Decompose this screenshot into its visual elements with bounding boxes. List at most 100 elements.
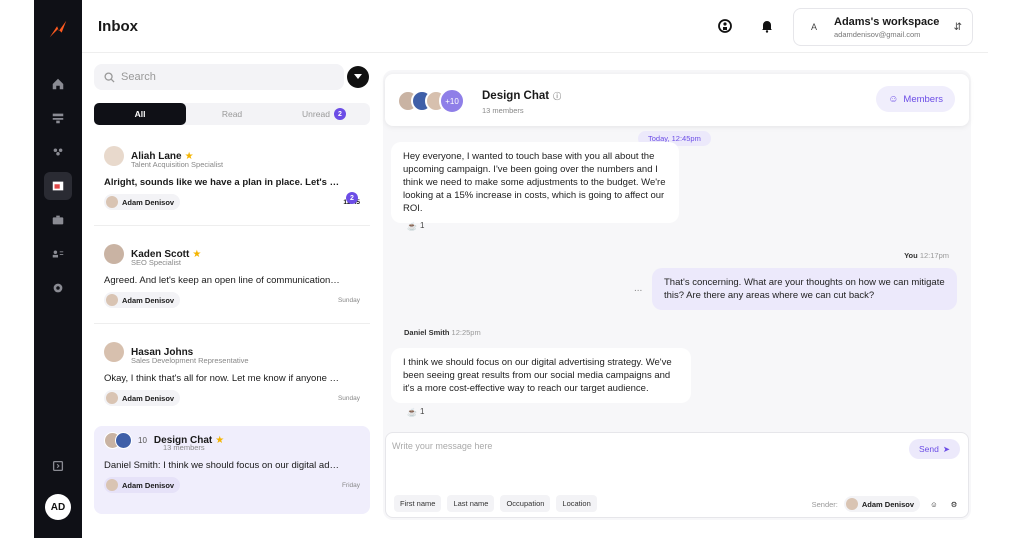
emoji-icon[interactable]: ☺ (928, 498, 940, 510)
nav-contacts-icon[interactable] (44, 240, 72, 268)
assignee-name: Adam Denisov (122, 197, 175, 207)
message-preview: Alright, sounds like we have a plan in p… (104, 177, 340, 188)
people-icon: ☺ (888, 93, 899, 105)
nav-inbox-icon[interactable] (44, 172, 72, 200)
sender-chip-name: Adam Denisov (861, 499, 914, 509)
group-members: 13 members (163, 443, 205, 452)
app: AD Inbox A Adams's workspace adamdenisov… (0, 0, 1024, 538)
message-bubble: Hey everyone, I wanted to touch base wit… (391, 142, 679, 223)
message-time: Sunday (337, 394, 360, 402)
assignee-chip: Adam Denisov (104, 477, 181, 493)
message-input[interactable] (392, 441, 872, 451)
sender-label: Sender: (811, 499, 838, 509)
message-composer: Send➤ First name Last name Occupation Lo… (385, 432, 969, 518)
sender-selector: Sender: Adam Denisov ☺ ⚙ (812, 496, 960, 512)
send-icon: ➤ (942, 443, 950, 454)
send-button[interactable]: Send ➤ (909, 439, 960, 459)
conversation-item[interactable]: Hasan Johns Sales Development Representa… (94, 336, 370, 412)
chat-title-text: Design Chat (482, 90, 550, 102)
tag-location[interactable]: Location (556, 495, 597, 512)
tab-unread[interactable]: Unread 2 (278, 103, 370, 125)
collapse-sidebar-icon[interactable] (44, 452, 72, 480)
sender-chip[interactable]: Adam Denisov (843, 496, 920, 512)
user-avatar[interactable]: AD (45, 494, 71, 520)
message-sender: You 12:17pm (904, 251, 949, 260)
message-preview: Agreed. And let's keep an open line of c… (104, 275, 340, 286)
conversation-item[interactable]: Kaden Scott ★ SEO Specialist Agreed. And… (94, 238, 370, 314)
filter-tabs: All Read Unread 2 (94, 103, 370, 125)
message-sender: Daniel Smith 12:25pm (404, 328, 481, 337)
message-bubble-own: That's concerning. What are your thought… (652, 268, 957, 310)
assignee-chip: Adam Denisov (104, 292, 181, 308)
nav-board-icon[interactable] (44, 104, 72, 132)
workspace-info: Adams's workspace adamdenisov@gmail.com (834, 16, 954, 39)
group-count: 10 (138, 436, 147, 445)
brand-logo (49, 20, 67, 38)
members-button[interactable]: ☺ Members (876, 86, 955, 112)
page-title: Inbox (98, 18, 138, 35)
sender-name: You (904, 251, 918, 260)
info-icon[interactable]: ⓘ (553, 92, 561, 101)
list-divider (94, 225, 370, 226)
nav-home-icon[interactable] (44, 70, 72, 98)
contact-role: Talent Acquisition Specialist (131, 160, 224, 169)
tag-first-name[interactable]: First name (394, 495, 442, 512)
search-box[interactable] (94, 64, 344, 90)
chat-avatars: +10 (397, 88, 465, 114)
avatar (104, 244, 124, 264)
group-avatars: 10 (104, 432, 147, 449)
nav-settings-icon[interactable] (44, 274, 72, 302)
reaction-emoji-icon: ☕ (407, 407, 417, 417)
help-icon[interactable] (716, 17, 734, 35)
bell-icon[interactable] (758, 17, 776, 35)
avatar (104, 146, 124, 166)
filter-dropdown-button[interactable] (347, 66, 369, 88)
assignee-name: Adam Denisov (122, 295, 175, 305)
chat-members-count: 13 members (482, 106, 524, 115)
avatar (845, 498, 858, 510)
chat-panel: +10 Design Chat ⓘ 13 members ☺ Members Tod… (383, 70, 971, 520)
search-input[interactable] (121, 71, 321, 83)
settings-icon[interactable]: ⚙ (948, 498, 960, 510)
unread-badge: 2 (346, 192, 358, 204)
tab-all[interactable]: All (94, 103, 186, 125)
sender-name: Daniel Smith (404, 328, 450, 337)
tab-unread-label: Unread (302, 109, 330, 119)
message-preview: Okay, I think that's all for now. Let me… (104, 373, 340, 384)
nav-team-icon[interactable] (44, 138, 72, 166)
list-divider (94, 323, 370, 324)
assignee-name: Adam Denisov (122, 393, 175, 403)
workspace-email: adamdenisov@gmail.com (834, 29, 921, 39)
tag-occupation[interactable]: Occupation (500, 495, 551, 512)
reaction-emoji-icon: ☕ (407, 221, 417, 231)
assignee-chip: Adam Denisov (104, 194, 181, 210)
caret-down-icon (354, 74, 362, 79)
conversation-item[interactable]: Aliah Lane ★ Talent Acquisition Speciali… (94, 140, 370, 216)
header-divider (82, 52, 988, 53)
message-time: Friday (341, 481, 360, 489)
message-bubble: I think we should focus on our digital a… (391, 348, 691, 403)
conversation-item-selected[interactable]: 10 Design Chat ★ 13 members Daniel Smith… (94, 426, 370, 514)
workspace-name: Adams's workspace (834, 15, 940, 28)
reaction[interactable]: ☕ 1 (407, 221, 424, 231)
message-preview: Daniel Smith: I think we should focus on… (104, 460, 340, 471)
extra-members-count: +10 (439, 88, 465, 114)
tab-read[interactable]: Read (186, 103, 278, 125)
contact-role: SEO Specialist (131, 258, 182, 267)
chat-title: Design Chat ⓘ (482, 90, 561, 102)
reaction[interactable]: ☕ 1 (407, 407, 424, 417)
assignee-name: Adam Denisov (122, 480, 175, 490)
chat-header: +10 Design Chat ⓘ 13 members ☺ Members (385, 74, 969, 126)
sender-time: 12:25pm (451, 328, 481, 337)
sender-time: 12:17pm (919, 251, 949, 260)
search-icon (104, 71, 115, 83)
more-options-icon[interactable]: ... (634, 283, 642, 294)
workspace-switcher[interactable]: A Adams's workspace adamdenisov@gmail.co… (793, 8, 973, 46)
avatar (104, 342, 124, 362)
star-icon: ★ (192, 248, 202, 260)
tag-last-name[interactable]: Last name (447, 495, 495, 512)
nav-briefcase-icon[interactable] (44, 206, 72, 234)
chevron-updown-icon: ⇵ (953, 21, 962, 33)
star-icon: ★ (215, 435, 225, 446)
avatar (106, 479, 118, 491)
